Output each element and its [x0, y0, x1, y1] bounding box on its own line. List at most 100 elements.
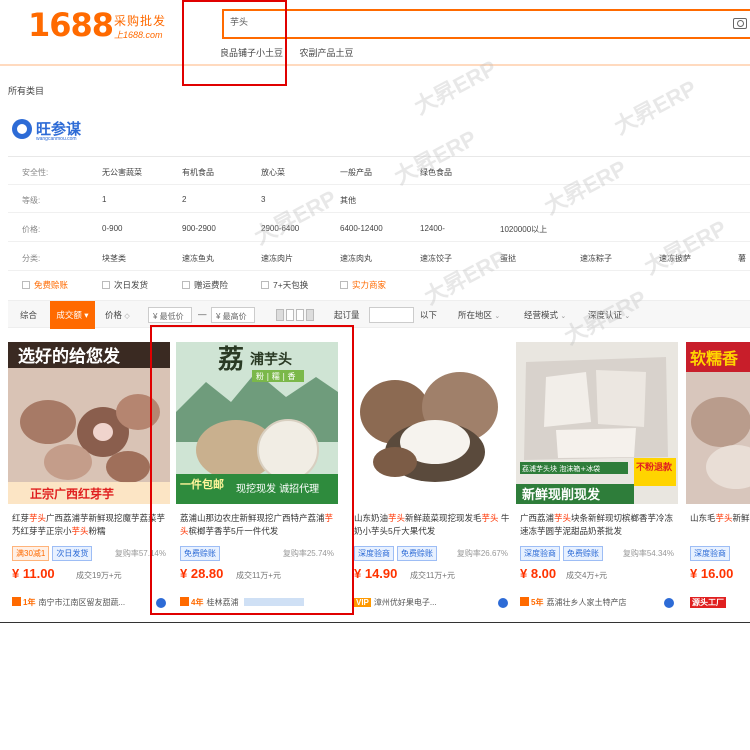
sort-price[interactable]: 价格 ◇	[105, 309, 130, 321]
checkbox-shipping-insurance[interactable]: 赠运费险	[182, 279, 228, 291]
filter-panel: 安全性: 无公害蔬菜 有机食品 放心菜 一般产品 绿色食品 等级: 1 2 3 …	[8, 156, 750, 271]
wangcanmou-url: wangcanmou.com	[36, 136, 77, 142]
checkbox-label: 赠运费险	[194, 280, 229, 290]
title-text: 新鲜软糯小毛芋鲜	[732, 513, 750, 523]
sort-auth-label: 深度认证	[588, 310, 623, 320]
price-range-dash: —	[198, 309, 207, 319]
filter-option[interactable]: 速冻鱼丸	[182, 253, 214, 264]
title-keyword: 芋头	[29, 513, 47, 523]
member-year-icon	[12, 597, 21, 606]
checkbox-label: 实力商家	[352, 280, 387, 290]
filter-option[interactable]: 放心菜	[261, 167, 285, 178]
filter-option[interactable]: 速冻肉丸	[340, 253, 372, 264]
range-slider-segment[interactable]	[306, 309, 314, 321]
range-slider-segment[interactable]	[296, 309, 304, 321]
filter-option[interactable]: 2900-6400	[261, 224, 299, 233]
filter-option[interactable]: 1	[102, 195, 106, 204]
member-years: 1年	[23, 598, 36, 607]
filter-option[interactable]: 速冻粽子	[580, 253, 612, 264]
product-image[interactable]: 荔浦芋头块 泡沫箱+冰袋 不粉退款 新鲜现削现发	[516, 342, 678, 504]
filter-option[interactable]: 有机食品	[182, 167, 214, 178]
sort-certification[interactable]: 深度认证 ⌄	[588, 309, 630, 321]
filter-option[interactable]: 一般产品	[340, 167, 372, 178]
product-card[interactable]: 荔浦芋头块 泡沫箱+冰袋 不粉退款 新鲜现削现发 广西荔浦芋头块条新鲜现切槟榔香…	[516, 342, 678, 612]
wangwang-chat-icon[interactable]	[664, 598, 674, 608]
filter-option[interactable]: 3	[261, 195, 265, 204]
max-price-input[interactable]: ¥ 最高价	[211, 307, 255, 323]
filter-option[interactable]: 0-900	[102, 224, 122, 233]
range-slider-segment[interactable]	[286, 309, 294, 321]
breadcrumb[interactable]: 所有类目	[8, 84, 44, 97]
product-image[interactable]	[350, 342, 512, 504]
title-text: 红芽	[12, 513, 30, 523]
filter-option[interactable]: 蛋挞	[500, 253, 516, 264]
wangcanmou-logo[interactable]: 旺参谋 wangcanmou.com	[12, 117, 102, 147]
filter-option[interactable]: 900-2900	[182, 224, 216, 233]
min-price-input[interactable]: ¥ 最低价	[148, 307, 192, 323]
filter-option[interactable]: 速冻披萨	[659, 253, 691, 264]
sort-location[interactable]: 所在地区 ⌄	[458, 309, 500, 321]
product-card[interactable]: 软糯香 山东毛芋头新鲜软糯小毛芋鲜 深度验商 ¥ 16.00 源头工厂	[686, 342, 750, 612]
filter-option[interactable]: 块茎类	[102, 253, 126, 264]
1688-logo[interactable]: 1688 采购批发 上1688.com	[28, 6, 193, 44]
shop-info[interactable]: VIP 漳州优好果电子...	[354, 597, 514, 611]
filter-label: 等级:	[22, 196, 41, 205]
filter-option[interactable]: 1020000以上	[500, 224, 547, 235]
moq-input[interactable]	[369, 307, 414, 323]
checkbox-free-credit[interactable]: 免费赊账	[22, 279, 68, 291]
sort-business-mode[interactable]: 经营模式 ⌄	[524, 309, 566, 321]
filter-option[interactable]: 其他	[340, 195, 356, 206]
filter-option[interactable]: 薯	[738, 253, 746, 264]
product-title[interactable]: 山东毛芋头新鲜软糯小毛芋鲜	[690, 512, 750, 538]
title-keyword: 芋头	[388, 513, 406, 523]
filter-option[interactable]: 6400-12400	[340, 224, 383, 233]
shop-info[interactable]: 1年 南宁市江南区留友甜蔬...	[12, 597, 172, 611]
sort-volume-active[interactable]: 成交额 ▾	[50, 301, 95, 329]
product-card[interactable]: 山东奶油芋头新鲜蔬菜现挖现发毛芋头 牛奶小芋头5斤大果代发 深度验商 免费赊账 复…	[350, 342, 512, 612]
range-slider-segment[interactable]	[276, 309, 284, 321]
filter-option[interactable]: 无公害蔬菜	[102, 167, 142, 178]
hot-word-link[interactable]: 农副产品土豆	[300, 48, 354, 58]
product-price: ¥ 14.90	[354, 566, 398, 581]
checkbox-label: 次日发货	[114, 280, 149, 290]
sort-bar: 综合 成交额 ▾ 价格 ◇ ¥ 最低价 — ¥ 最高价 起订量 以下 所在地区 …	[8, 300, 750, 329]
title-keyword: 芋头	[481, 513, 499, 523]
product-photo-taro-red: 选好的给您发 正宗广西红芽芋	[8, 342, 170, 504]
member-years: 源头工厂	[690, 597, 726, 608]
filter-row-category: 分类: 块茎类 速冻鱼丸 速冻肉片 速冻肉丸 速冻饺子 蛋挞 速冻粽子 速冻披萨…	[8, 243, 750, 271]
service-badge: 深度验商	[690, 546, 730, 561]
filter-option[interactable]: 12400-	[420, 224, 445, 233]
shop-info[interactable]: 源头工厂	[690, 597, 750, 611]
filter-option[interactable]: 速冻饺子	[420, 253, 452, 264]
checkbox-next-day[interactable]: 次日发货	[102, 279, 148, 291]
title-text: 广西荔浦	[520, 513, 555, 523]
member-years: 5年	[531, 598, 544, 607]
checkbox-box	[261, 281, 269, 289]
checkbox-power-merchant[interactable]: 实力商家	[340, 279, 386, 291]
product-image[interactable]: 选好的给您发 正宗广西红芽芋	[8, 342, 170, 504]
service-badge: 次日发货	[52, 546, 93, 561]
title-keyword: 芋头	[71, 526, 89, 536]
logo-url: 上1688.com	[114, 30, 163, 40]
product-price: ¥ 8.00	[520, 566, 557, 581]
filter-option[interactable]: 绿色食品	[420, 167, 452, 178]
product-title[interactable]: 红芽芋头广西荔浦芋新鲜现挖魔芋荔菜芋艿红芽芋正宗小芋头粉糯	[12, 512, 168, 538]
checkbox-7-day-exchange[interactable]: 7+天包换	[261, 279, 308, 291]
repurchase-rate: 复购率54.34%	[622, 549, 674, 558]
filter-option[interactable]: 2	[182, 195, 186, 204]
image-banner-text: 软糯香	[690, 349, 739, 368]
product-card[interactable]: 选好的给您发 正宗广西红芽芋 红芽芋头广西荔浦芋新鲜现挖魔芋荔菜芋艿红芽芋正宗小…	[8, 342, 170, 612]
image-banner-text: 选好的给您发	[18, 346, 121, 367]
camera-icon[interactable]	[733, 18, 747, 29]
checkbox-label: 7+天包换	[273, 280, 309, 290]
highlight-box-product	[150, 325, 354, 615]
product-image[interactable]: 软糯香	[686, 342, 750, 504]
sort-comprehensive[interactable]: 综合	[20, 309, 37, 321]
header-divider	[0, 64, 750, 66]
product-title[interactable]: 广西荔浦芋头块条新鲜现切槟榔香芋冷冻速冻芋圆芋泥甜品奶茶批发	[520, 512, 676, 538]
member-years: VIP	[354, 598, 371, 607]
filter-option[interactable]: 速冻肉片	[261, 253, 293, 264]
shop-info[interactable]: 5年 荔浦壮乡人家土特产店	[520, 597, 680, 611]
product-title[interactable]: 山东奶油芋头新鲜蔬菜现挖现发毛芋头 牛奶小芋头5斤大果代发	[354, 512, 510, 538]
wangwang-chat-icon[interactable]	[498, 598, 508, 608]
